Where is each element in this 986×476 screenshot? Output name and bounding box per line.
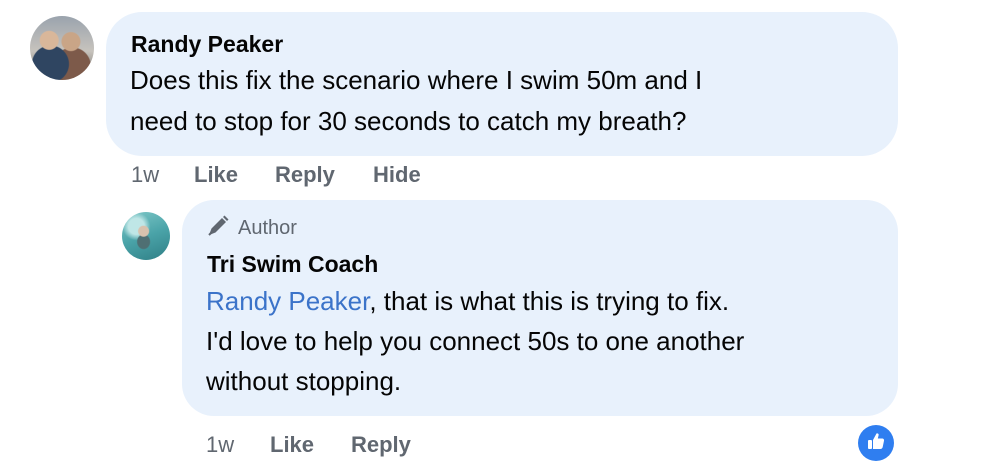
reply-text-line-3: without stopping.: [206, 366, 402, 396]
comment-like-button[interactable]: Like: [194, 162, 238, 188]
comment-text-line-2: need to stop for 30 seconds to catch my …: [130, 106, 687, 136]
reply-text-line-1-rest: , that is what this is trying to fix.: [369, 286, 730, 316]
comment-author-name[interactable]: Randy Peaker: [131, 31, 283, 58]
reply-text-line-2: I'd love to help you connect 50s to one …: [206, 326, 745, 356]
reply-author-name[interactable]: Tri Swim Coach: [207, 251, 378, 278]
comment-text-line-1: Does this fix the scenario where I swim …: [130, 65, 703, 95]
reply-like-button[interactable]: Like: [270, 432, 314, 458]
author-badge-label: Author: [238, 216, 297, 239]
mention-link[interactable]: Randy Peaker: [206, 286, 369, 316]
reply-text-line-1: Randy Peaker, that is what this is tryin…: [206, 282, 729, 320]
avatar-randy-peaker[interactable]: [30, 16, 94, 80]
avatar-tri-swim-coach[interactable]: [122, 212, 170, 260]
comment-reply-button[interactable]: Reply: [275, 162, 335, 188]
author-badge: Author: [206, 215, 297, 241]
comment-timestamp[interactable]: 1w: [131, 162, 159, 188]
reply-reply-button[interactable]: Reply: [351, 432, 411, 458]
comment-hide-button[interactable]: Hide: [373, 162, 421, 188]
pencil-icon: [206, 214, 230, 243]
thumbs-up-icon: [866, 431, 886, 456]
like-reaction-badge[interactable]: [858, 425, 894, 461]
reply-timestamp[interactable]: 1w: [206, 432, 234, 458]
